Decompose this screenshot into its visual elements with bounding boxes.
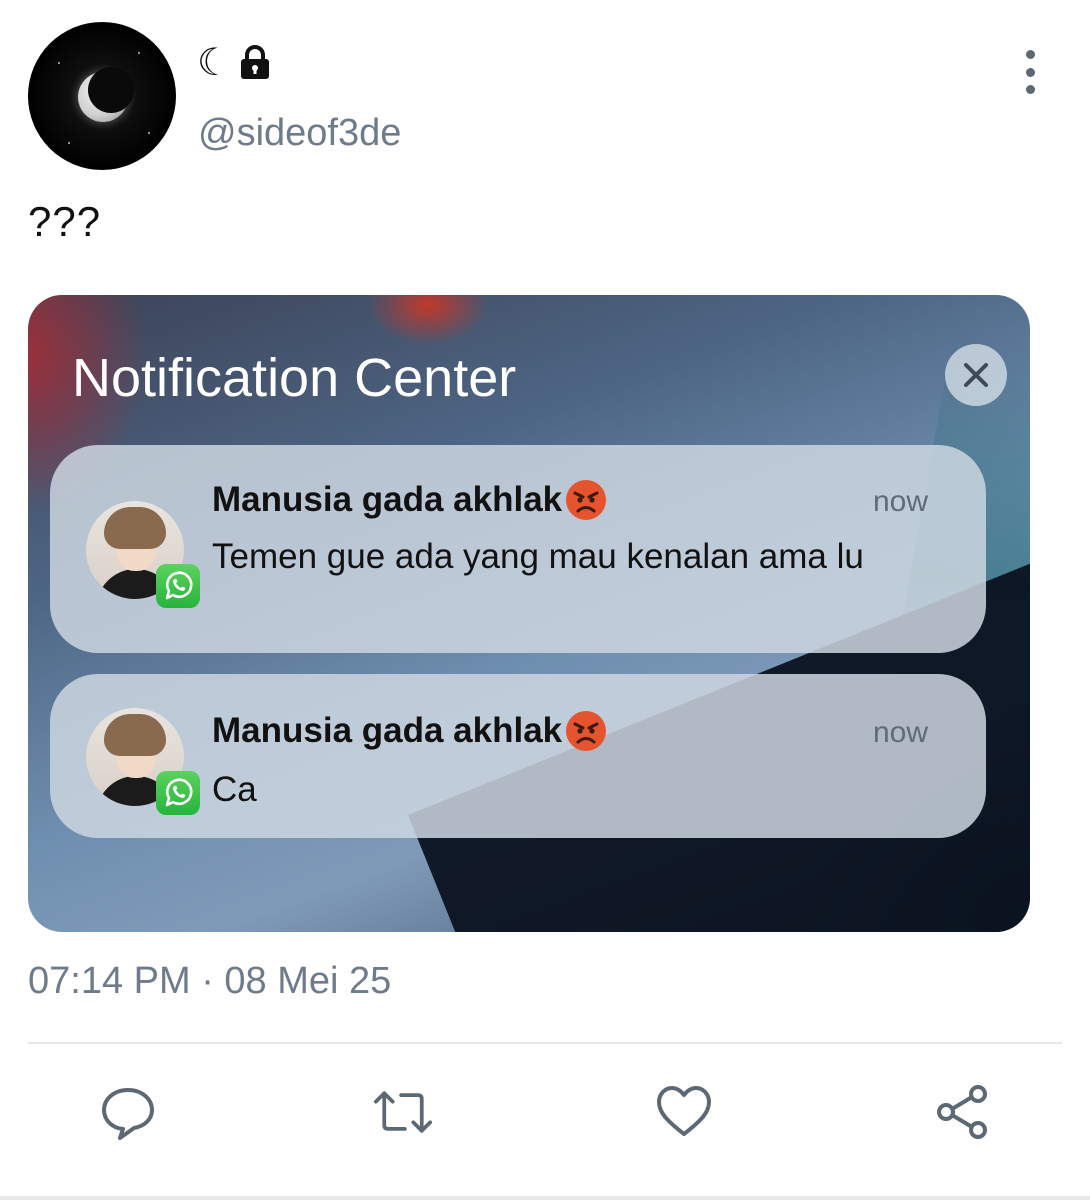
avatar[interactable] xyxy=(28,22,176,170)
heart-icon xyxy=(657,1086,711,1136)
dot xyxy=(1025,67,1035,77)
reply-button[interactable] xyxy=(98,1082,158,1142)
retweet-button[interactable] xyxy=(373,1082,433,1142)
notification-card: Manusia gada akhlak now Temen gue ada ya… xyxy=(50,445,986,653)
angry-face-icon xyxy=(566,480,607,520)
share-icon xyxy=(937,1085,987,1139)
notification-time: now xyxy=(872,485,928,518)
user-handle[interactable]: @sideof3de xyxy=(198,112,401,155)
sender-name: Manusia gada akhlak xyxy=(212,480,563,519)
notification-sender: Manusia gada akhlak xyxy=(212,709,608,753)
reply-icon xyxy=(102,1088,154,1140)
notification-message: Ca xyxy=(212,770,257,809)
close-button xyxy=(945,344,1007,406)
bottom-border xyxy=(0,1196,1090,1200)
star-dot xyxy=(148,132,150,134)
whatsapp-icon xyxy=(156,771,200,815)
sender-name: Manusia gada akhlak xyxy=(212,711,563,750)
more-options-icon[interactable] xyxy=(1016,50,1044,94)
tweet-media-image[interactable]: Notification Center Manusia gada akhlak xyxy=(28,295,1030,932)
notification-sender: Manusia gada akhlak xyxy=(212,478,608,522)
notification-message: Temen gue ada yang mau kenalan ama lu xyxy=(212,537,864,576)
star-dot xyxy=(138,52,140,54)
like-button[interactable] xyxy=(654,1082,714,1142)
whatsapp-icon xyxy=(156,564,200,608)
moon-shadow xyxy=(88,67,134,113)
whatsapp-glyph xyxy=(165,778,193,807)
retweet-icon xyxy=(373,1091,433,1133)
display-name[interactable]: ☾ xyxy=(197,40,275,84)
notification-time: now xyxy=(872,716,928,749)
divider xyxy=(28,1042,1062,1044)
close-icon xyxy=(964,363,988,387)
dot xyxy=(1025,85,1035,94)
notification-card: Manusia gada akhlak now Ca xyxy=(50,674,986,838)
star-dot xyxy=(68,142,70,144)
angry-face-icon xyxy=(566,711,607,751)
dot xyxy=(1025,50,1035,59)
display-name-text: ☾ xyxy=(197,40,232,84)
whatsapp-glyph xyxy=(165,571,193,600)
tweet-text: ??? xyxy=(28,198,102,245)
tweet-timestamp[interactable]: 07:14 PM · 08 Mei 25 xyxy=(28,960,391,1003)
share-button[interactable] xyxy=(932,1082,992,1142)
lock-icon xyxy=(241,45,270,79)
avatar-shape xyxy=(104,507,166,549)
avatar-shape xyxy=(104,714,166,756)
notification-center-title: Notification Center xyxy=(72,348,517,408)
star-dot xyxy=(58,62,60,64)
